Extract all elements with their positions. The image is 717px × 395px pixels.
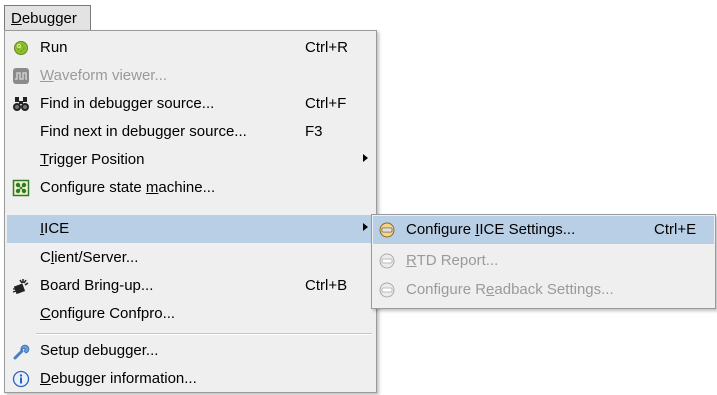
menu-debugger-label: Debugger bbox=[11, 10, 77, 27]
menu-item-find[interactable]: Find in debugger source... Ctrl+F bbox=[7, 90, 374, 118]
menu-debugger[interactable]: Debugger bbox=[4, 5, 91, 30]
submenu-item-accelerator: Ctrl+E bbox=[654, 221, 697, 238]
menu-item-run[interactable]: Run Ctrl+R bbox=[7, 34, 374, 62]
submenu-item-label: Configure Readback Settings... bbox=[406, 281, 614, 298]
binoculars-icon bbox=[12, 95, 30, 113]
waveform-icon bbox=[12, 67, 30, 85]
wrench-icon bbox=[12, 342, 30, 360]
board-bring-up-icon bbox=[12, 277, 30, 295]
menu-item-waveform-viewer[interactable]: Waveform viewer... bbox=[7, 62, 374, 90]
menu-item-configure-state-machine[interactable]: Configure state machine... bbox=[7, 174, 374, 202]
menu-item-trigger-position[interactable]: Trigger Position bbox=[7, 146, 374, 174]
submenu-item-label: RTD Report... bbox=[406, 252, 499, 269]
menu-item-find-next[interactable]: Find next in debugger source... F3 bbox=[7, 118, 374, 146]
submenu-item-label: Configure IICE Settings... bbox=[406, 221, 576, 238]
readback-settings-icon bbox=[378, 281, 396, 299]
menu-item-configure-confpro[interactable]: Configure Confpro... bbox=[7, 300, 374, 328]
menu-item-label: Debugger information... bbox=[40, 370, 197, 387]
background-window-fragment bbox=[490, 308, 550, 312]
menu-item-iice[interactable]: IICE bbox=[7, 215, 374, 243]
menu-item-board-bring-up[interactable]: Board Bring-up... Ctrl+B bbox=[7, 272, 374, 300]
info-icon bbox=[12, 370, 30, 388]
menu-item-label: Trigger Position bbox=[40, 151, 145, 168]
submenu-arrow-icon bbox=[363, 154, 368, 162]
menu-item-label: Waveform viewer... bbox=[40, 67, 167, 84]
menu-item-label: Board Bring-up... bbox=[40, 277, 154, 294]
menu-item-client-server[interactable]: Client/Server... bbox=[7, 244, 374, 272]
run-icon bbox=[12, 39, 30, 57]
menu-item-accelerator: Ctrl+R bbox=[305, 39, 348, 56]
menu-item-accelerator: F3 bbox=[305, 123, 323, 140]
menu-item-accelerator: Ctrl+F bbox=[305, 95, 347, 112]
iice-submenu: Configure IICE Settings... Ctrl+E RTD Re… bbox=[371, 214, 716, 309]
submenu-arrow-icon bbox=[363, 223, 368, 231]
menu-item-label: Client/Server... bbox=[40, 249, 139, 266]
menu-item-label: Configure Confpro... bbox=[40, 305, 176, 322]
submenu-item-configure-iice-settings[interactable]: Configure IICE Settings... Ctrl+E bbox=[373, 216, 714, 244]
menu-item-label: IICE bbox=[40, 220, 70, 237]
menu-item-setup-debugger[interactable]: Setup debugger... bbox=[7, 337, 374, 365]
menu-item-debugger-information[interactable]: Debugger information... bbox=[7, 365, 374, 393]
debugger-menu: Run Ctrl+R Waveform viewer... Find in de… bbox=[4, 30, 377, 393]
rtd-report-icon bbox=[378, 252, 396, 270]
submenu-item-rtd-report[interactable]: RTD Report... bbox=[373, 247, 714, 275]
menu-separator bbox=[36, 333, 372, 335]
menu-item-label: Run bbox=[40, 39, 68, 56]
menu-item-label: Find next in debugger source... bbox=[40, 123, 247, 140]
menu-item-label: Configure state machine... bbox=[40, 179, 216, 196]
menu-item-label: Find in debugger source... bbox=[40, 95, 215, 112]
iice-settings-icon bbox=[378, 221, 396, 239]
submenu-item-configure-readback-settings[interactable]: Configure Readback Settings... bbox=[373, 276, 714, 304]
menu-item-label: Setup debugger... bbox=[40, 342, 159, 359]
menu-item-accelerator: Ctrl+B bbox=[305, 277, 348, 294]
state-machine-icon bbox=[12, 179, 30, 197]
